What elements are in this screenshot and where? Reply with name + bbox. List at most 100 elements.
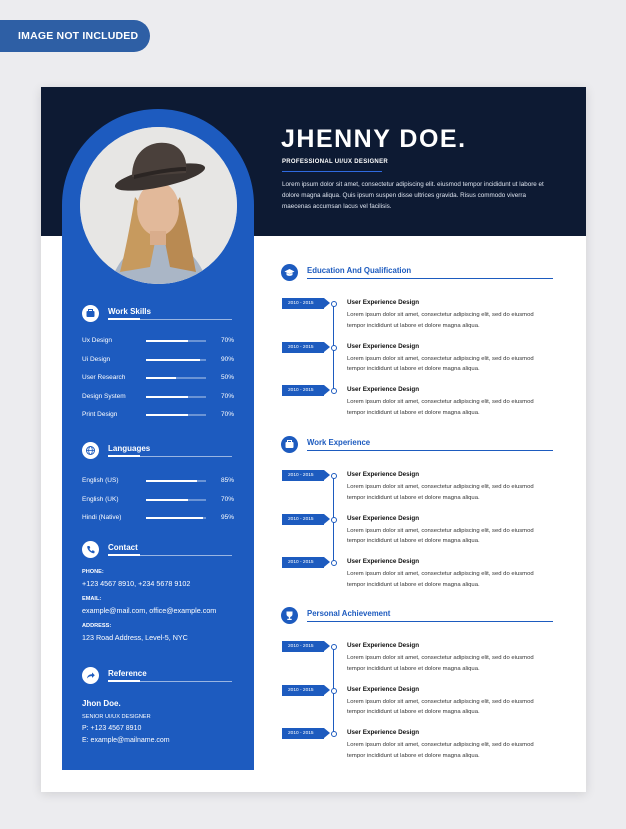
skill-row: Design System 70% (82, 390, 234, 409)
skill-label: Design System (82, 392, 126, 400)
section-rule (307, 278, 553, 279)
language-row: Hindi (Native) 95% (82, 511, 234, 530)
achievement-title: Personal Achievement (307, 609, 391, 618)
language-bar-fill (146, 480, 197, 482)
globe-icon (82, 442, 99, 459)
skill-row: Ux Design 70% (82, 334, 234, 353)
language-label: English (UK) (82, 495, 119, 503)
reference-role: SENIOR UI/UX DESIGNER (82, 714, 151, 720)
skill-label: Print Design (82, 411, 118, 418)
skill-percent: 50% (220, 374, 234, 381)
section-rule-accent (108, 680, 140, 682)
entry-title: User Experience Design (347, 299, 420, 306)
work-skills-section: Work Skills Ux Design 70% Ui Design 90% Us… (82, 305, 234, 427)
skill-bar (146, 414, 206, 416)
skill-bar-fill (146, 358, 200, 361)
date-tag: 2010 - 2015 (282, 684, 330, 696)
resume-page: JHENNY DOE. PROFESSIONAL UI/UX DESIGNER … (41, 87, 586, 792)
timeline-dot (330, 560, 337, 566)
language-label: English (US) (82, 477, 119, 484)
timeline-dot (330, 644, 337, 650)
entry-description: Lorem ipsum dolor sit amet, consectetur … (347, 355, 534, 373)
section-rule-accent (108, 455, 140, 457)
timeline-entry: 2010 - 2015 User Experience Design Lorem… (281, 385, 556, 429)
resume-role: PROFESSIONAL UI/UX DESIGNER (282, 159, 389, 165)
education-section: Education And Qualification 2010 - 2015 … (281, 264, 556, 429)
entry-title: User Experience Design (347, 685, 420, 693)
skill-bar (146, 395, 206, 398)
contact-title: Contact (108, 543, 138, 552)
reference-email: E: example@mailname.com (82, 737, 170, 744)
reference-phone: P: +123 4567 8910 (82, 725, 142, 732)
timeline-dot (330, 388, 337, 394)
phone-value: +123 4567 8910, +234 5678 9102 (82, 579, 191, 588)
date-tag: 2010 - 2015 (282, 641, 330, 652)
date-tag: 2010 - 2015 (282, 298, 330, 309)
language-percent: 85% (220, 477, 234, 484)
date-tag: 2010 - 2015 (282, 513, 330, 525)
section-rule-accent (108, 318, 140, 320)
skill-row: Ui Design 90% (82, 353, 234, 372)
timeline-dot (330, 731, 337, 737)
language-row: English (UK) 70% (82, 493, 234, 512)
date-tag: 2010 - 2015 (282, 385, 330, 396)
entry-title: User Experience Design (347, 342, 420, 350)
phone-icon (82, 541, 99, 558)
address-label: ADDRESS: (82, 623, 112, 629)
entry-description: Lorem ipsum dolor sit amet, consectetur … (347, 698, 534, 716)
entry-description: Lorem ipsum dolor sit amet, consectetur … (347, 742, 534, 759)
resume-name: JHENNY DOE. (281, 125, 467, 153)
work-experience-section: Work Experience 2010 - 2015 User Experie… (281, 436, 556, 601)
trophy-icon (281, 607, 298, 624)
skill-label: Ui Design (82, 355, 111, 363)
entry-title: User Experience Design (347, 386, 420, 393)
timeline-entry: 2010 - 2015 User Experience Design Lorem… (281, 470, 556, 514)
sidebar: Work Skills Ux Design 70% Ui Design 90% Us… (62, 109, 254, 770)
timeline-entry: 2010 - 2015 User Experience Design Lorem… (281, 557, 556, 601)
timeline-entry: 2010 - 2015 User Experience Design Lorem… (281, 341, 556, 386)
profile-photo (80, 127, 237, 284)
entry-description: Lorem ipsum dolor sit amet, consectetur … (347, 527, 534, 545)
skill-row: User Research 50% (82, 371, 234, 390)
reference-title: Reference (108, 669, 147, 678)
entry-description: Lorem ipsum dolor sit amet, consectetur … (347, 484, 534, 501)
languages-section: Languages English (US) 85% English (UK) 70… (82, 442, 234, 530)
timeline-dot (330, 344, 337, 351)
timeline-entry: 2010 - 2015 User Experience Design Lorem… (281, 641, 556, 685)
language-percent: 70% (220, 495, 234, 503)
email-value: example@mail.com, office@example.com (82, 606, 217, 615)
entry-description: Lorem ipsum dolor sit amet, consectetur … (347, 312, 534, 329)
image-not-included-badge: IMAGE NOT INCLUDED (0, 20, 150, 52)
timeline-dot (330, 687, 337, 694)
entry-title: User Experience Design (347, 558, 420, 565)
skill-bar-fill (146, 395, 188, 398)
reference-name: Jhon Doe. (82, 699, 121, 708)
skill-label: Ux Design (82, 337, 112, 344)
timeline-entry: 2010 - 2015 User Experience Design Lorem… (281, 513, 556, 558)
education-timeline: 2010 - 2015 User Experience Design Lorem… (281, 298, 556, 429)
date-tag: 2010 - 2015 (282, 557, 330, 568)
email-label: EMAIL: (82, 596, 102, 602)
language-bar-fill (146, 517, 203, 519)
skill-bar-fill (146, 340, 188, 342)
contact-section: Contact PHONE: +123 4567 8910, +234 5678… (82, 541, 234, 642)
skill-bar-fill (146, 414, 188, 416)
education-title: Education And Qualification (307, 266, 412, 275)
reference-section: Reference Jhon Doe. SENIOR UI/UX DESIGNE… (82, 667, 234, 744)
entry-description: Lorem ipsum dolor sit amet, consectetur … (347, 571, 534, 588)
timeline-dot (330, 516, 337, 523)
skill-row: Print Design 70% (82, 408, 234, 427)
briefcase-icon (281, 436, 298, 453)
date-tag: 2010 - 2015 (282, 341, 330, 353)
languages-title: Languages (108, 444, 151, 453)
work-experience-title: Work Experience (307, 438, 371, 447)
achievement-timeline: 2010 - 2015 User Experience Design Lorem… (281, 641, 556, 772)
language-bar-fill (146, 498, 188, 501)
work-skills-title: Work Skills (108, 307, 151, 316)
achievement-section: Personal Achievement 2010 - 2015 User Ex… (281, 607, 556, 772)
entry-title: User Experience Design (347, 729, 420, 736)
section-rule (307, 621, 553, 622)
entry-title: User Experience Design (347, 514, 420, 522)
skill-bar (146, 358, 206, 361)
phone-label: PHONE: (82, 569, 104, 575)
